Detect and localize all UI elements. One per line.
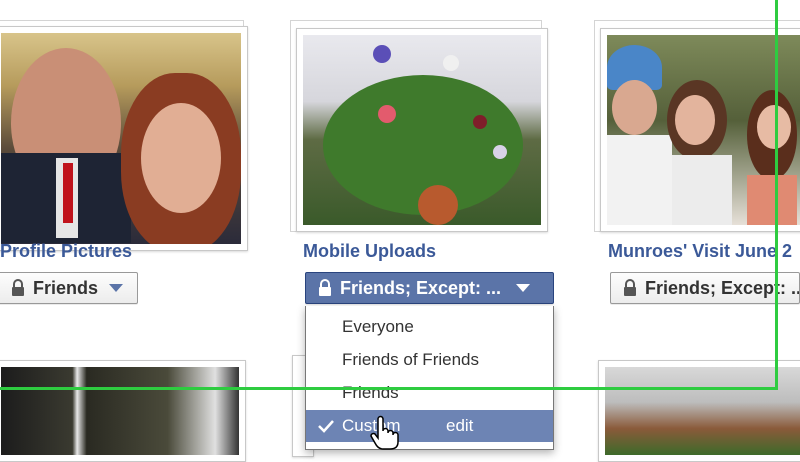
album-title[interactable]: Mobile Uploads — [303, 241, 436, 262]
check-icon — [318, 420, 334, 433]
lock-icon — [12, 279, 24, 296]
privacy-dropdown-menu: Everyone Friends of Friends Friends Cust… — [305, 306, 554, 450]
album-cover-photo[interactable] — [600, 28, 800, 232]
privacy-label: Friends; Except: ... — [340, 277, 502, 298]
album-title[interactable]: Munroes' Visit June 2 — [608, 241, 792, 262]
album-cover-photo[interactable] — [0, 360, 246, 462]
menu-item-friends-of-friends[interactable]: Friends of Friends — [306, 344, 553, 376]
hand-cursor-icon — [370, 415, 399, 450]
lock-icon — [624, 279, 636, 296]
album-profile-pictures[interactable]: Profile Pictures Friends — [0, 0, 260, 320]
privacy-selector-button-open[interactable]: Friends; Except: ... — [305, 272, 554, 304]
menu-item-everyone[interactable]: Everyone — [306, 311, 553, 343]
album-title[interactable]: Profile Pictures — [0, 241, 132, 262]
menu-item-custom[interactable]: Custom edit — [306, 410, 553, 442]
privacy-label: Friends; Except: ... — [645, 277, 800, 298]
menu-item-friends[interactable]: Friends — [306, 377, 553, 409]
lock-icon — [319, 279, 331, 296]
album-cover-photo[interactable] — [598, 360, 800, 462]
album-cover-photo[interactable] — [0, 26, 248, 251]
privacy-selector-button[interactable]: Friends — [0, 272, 138, 304]
caret-down-icon — [516, 284, 531, 292]
privacy-selector-button[interactable]: Friends; Except: ... — [610, 272, 800, 304]
caret-down-icon — [109, 284, 124, 292]
privacy-label: Friends — [33, 277, 99, 298]
album-munroes-visit[interactable]: Munroes' Visit June 2 Friends; Except: .… — [590, 0, 800, 320]
album-cover-photo[interactable] — [296, 28, 548, 232]
custom-edit-link[interactable]: edit — [446, 410, 473, 442]
